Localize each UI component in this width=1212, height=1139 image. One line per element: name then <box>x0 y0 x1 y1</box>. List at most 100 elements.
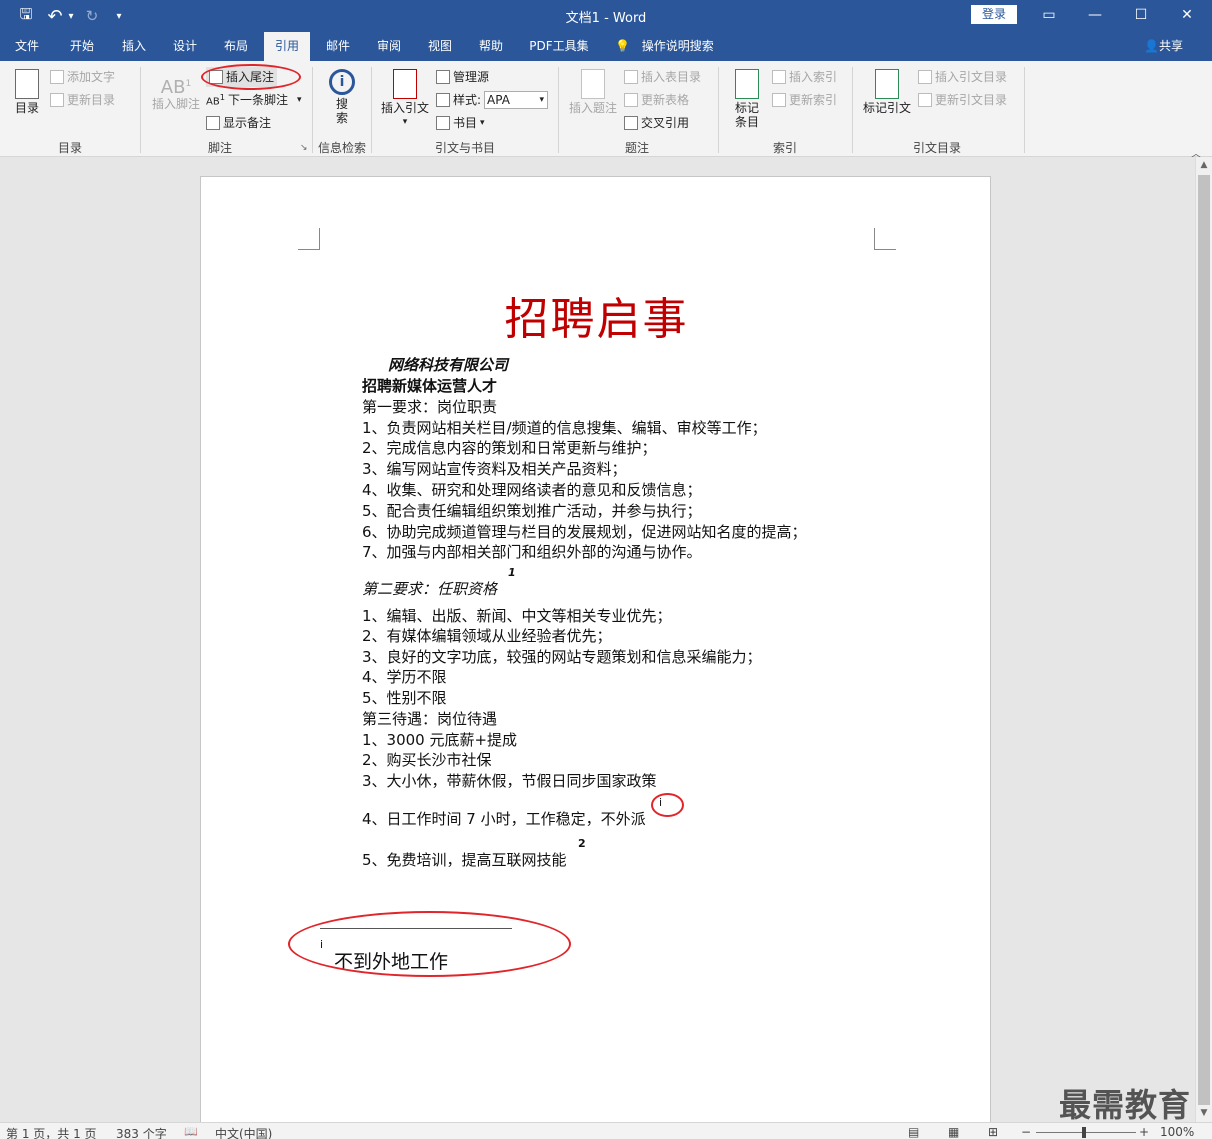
scroll-up-icon[interactable]: ▲ <box>1196 157 1212 173</box>
mark-citation-icon <box>875 69 899 99</box>
watermark-logo: 最需教育 <box>1059 1086 1192 1124</box>
footnote-reference: 1 <box>508 566 516 579</box>
annotation-ellipse <box>651 793 684 817</box>
manage-sources-icon <box>436 70 450 84</box>
search-label: 搜索 <box>335 97 348 125</box>
manage-sources-button[interactable]: 管理源 <box>436 67 489 87</box>
read-mode-icon[interactable]: ▤ <box>908 1125 919 1139</box>
citation-style-select[interactable]: APA ▾ <box>484 91 549 109</box>
insert-caption-button[interactable]: 插入题注 <box>566 69 620 115</box>
show-notes-icon <box>206 116 220 130</box>
update-toa-button[interactable]: 更新引文目录 <box>918 90 1007 110</box>
tab-layout[interactable]: 布局 <box>214 32 258 61</box>
proofing-icon[interactable]: 📖 <box>184 1125 198 1138</box>
word-count[interactable]: 383 个字 <box>116 1125 167 1139</box>
tab-pdf-tools[interactable]: PDF工具集 <box>522 32 596 61</box>
next-footnote-button[interactable]: AB1 下一条脚注 ▾ <box>206 90 302 110</box>
group-label-toa: 引文目录 <box>912 141 961 155</box>
tab-references[interactable]: 引用 <box>264 32 310 61</box>
mark-citation-label: 标记引文 <box>862 101 911 115</box>
language-indicator[interactable]: 中文(中国) <box>215 1125 272 1139</box>
toc-button[interactable]: 目录 <box>12 69 42 115</box>
status-bar: 第 1 页，共 1 页 383 个字 📖 中文(中国) ▤ ▦ ⊞ − + 10… <box>0 1122 1212 1139</box>
share-label: 共享 <box>1158 39 1183 53</box>
style-label: 样式: <box>453 93 482 107</box>
vertical-scrollbar[interactable]: ▲ ▼ <box>1195 157 1212 1122</box>
list-item: 1、编辑、出版、新闻、中文等相关专业优先； <box>362 607 672 625</box>
update-table-label: 更新表格 <box>641 93 690 107</box>
insert-footnote-button[interactable]: AB1 插入脚注 <box>150 71 202 111</box>
tab-mailings[interactable]: 邮件 <box>316 32 360 61</box>
add-text-label: 添加文字 <box>67 70 116 84</box>
login-button[interactable]: 登录 <box>971 5 1017 24</box>
group-label-toc: 目录 <box>57 141 82 155</box>
cross-reference-label: 交叉引用 <box>641 116 690 130</box>
maximize-button[interactable]: ☐ <box>1118 0 1164 30</box>
footnote-icon: AB1 <box>160 77 192 98</box>
next-footnote-label: 下一条脚注 <box>228 93 289 107</box>
zoom-out-button[interactable]: − <box>1021 1125 1031 1139</box>
tab-review[interactable]: 审阅 <box>367 32 411 61</box>
insert-table-of-figures-button[interactable]: 插入表目录 <box>624 67 701 87</box>
tab-home[interactable]: 开始 <box>60 32 104 61</box>
dialog-launcher-icon[interactable]: ↘ <box>300 143 308 153</box>
footnote-reference: 2 <box>578 837 586 850</box>
update-toc-button[interactable]: 更新目录 <box>50 90 115 110</box>
insert-toa-button[interactable]: 插入引文目录 <box>918 67 1007 87</box>
insert-footnote-label: 插入脚注 <box>151 97 200 111</box>
zoom-slider[interactable] <box>1036 1132 1136 1133</box>
minimize-button[interactable]: — <box>1072 0 1118 30</box>
ribbon: 目录 添加文字 更新目录 目录 AB1 插入脚注 插入尾注 AB1 下一条脚注 ▾ … <box>0 61 1212 160</box>
scroll-down-icon[interactable]: ▼ <box>1196 1105 1212 1121</box>
group-separator <box>558 67 559 153</box>
bibliography-label: 书目 <box>453 116 478 130</box>
cross-reference-button[interactable]: 交叉引用 <box>624 113 689 133</box>
show-notes-button[interactable]: 显示备注 <box>206 113 271 133</box>
insert-citation-icon <box>393 69 417 99</box>
zoom-slider-thumb[interactable] <box>1082 1127 1086 1138</box>
mark-entry-button[interactable]: 标记条目 <box>729 69 765 129</box>
style-icon <box>436 93 450 107</box>
dropdown-arrow-icon: ▾ <box>297 95 302 105</box>
position-title: 招聘新媒体运营人才 <box>362 377 498 395</box>
person-icon: 👤 <box>1144 39 1159 53</box>
group-label-citations: 引文与书目 <box>434 141 495 155</box>
insert-index-icon <box>772 70 786 84</box>
tab-help[interactable]: 帮助 <box>469 32 513 61</box>
update-toc-icon <box>50 93 64 107</box>
dropdown-arrow-icon: ▾ <box>402 117 408 127</box>
insert-index-button[interactable]: 插入索引 <box>772 67 837 87</box>
group-separator <box>371 67 372 153</box>
insert-citation-button[interactable]: 插入引文 ▾ <box>379 69 431 129</box>
close-button[interactable]: ✕ <box>1164 0 1210 30</box>
document-page[interactable]: 招聘启事 网络科技有限公司 招聘新媒体运营人才 第一要求：岗位职责 1、负责网站… <box>200 176 991 1122</box>
web-layout-icon[interactable]: ⊞ <box>988 1125 998 1139</box>
group-label-footnotes: 脚注 <box>207 141 232 155</box>
print-layout-icon[interactable]: ▦ <box>948 1125 959 1139</box>
zoom-level[interactable]: 100% <box>1160 1125 1194 1139</box>
group-separator <box>140 67 141 153</box>
update-index-button[interactable]: 更新索引 <box>772 90 837 110</box>
share-button[interactable]: 👤共享 <box>1144 32 1183 61</box>
mark-citation-button[interactable]: 标记引文 <box>861 69 913 115</box>
ribbon-display-options-icon[interactable]: ▭ <box>1026 0 1072 30</box>
insert-toa-icon <box>918 70 932 84</box>
scroll-thumb[interactable] <box>1198 175 1210 1105</box>
tab-file[interactable]: 文件 <box>6 32 48 61</box>
add-text-button[interactable]: 添加文字 <box>50 67 115 87</box>
tab-insert[interactable]: 插入 <box>112 32 156 61</box>
update-toc-label: 更新目录 <box>67 93 116 107</box>
search-button[interactable]: i 搜索 <box>325 69 359 125</box>
margin-corner-mark <box>874 228 896 250</box>
bibliography-icon <box>436 116 450 130</box>
bibliography-button[interactable]: 书目 ▾ <box>436 113 485 133</box>
insert-toa-label: 插入引文目录 <box>935 70 1008 84</box>
dropdown-arrow-icon: ▾ <box>480 118 485 128</box>
tab-design[interactable]: 设计 <box>163 32 207 61</box>
annotation-ellipse <box>201 64 301 90</box>
zoom-in-button[interactable]: + <box>1139 1125 1149 1139</box>
update-table-button[interactable]: 更新表格 <box>624 90 689 110</box>
page-count[interactable]: 第 1 页，共 1 页 <box>6 1125 97 1139</box>
tab-view[interactable]: 视图 <box>418 32 462 61</box>
tell-me-search[interactable]: 💡 操作说明搜索 <box>615 32 714 61</box>
